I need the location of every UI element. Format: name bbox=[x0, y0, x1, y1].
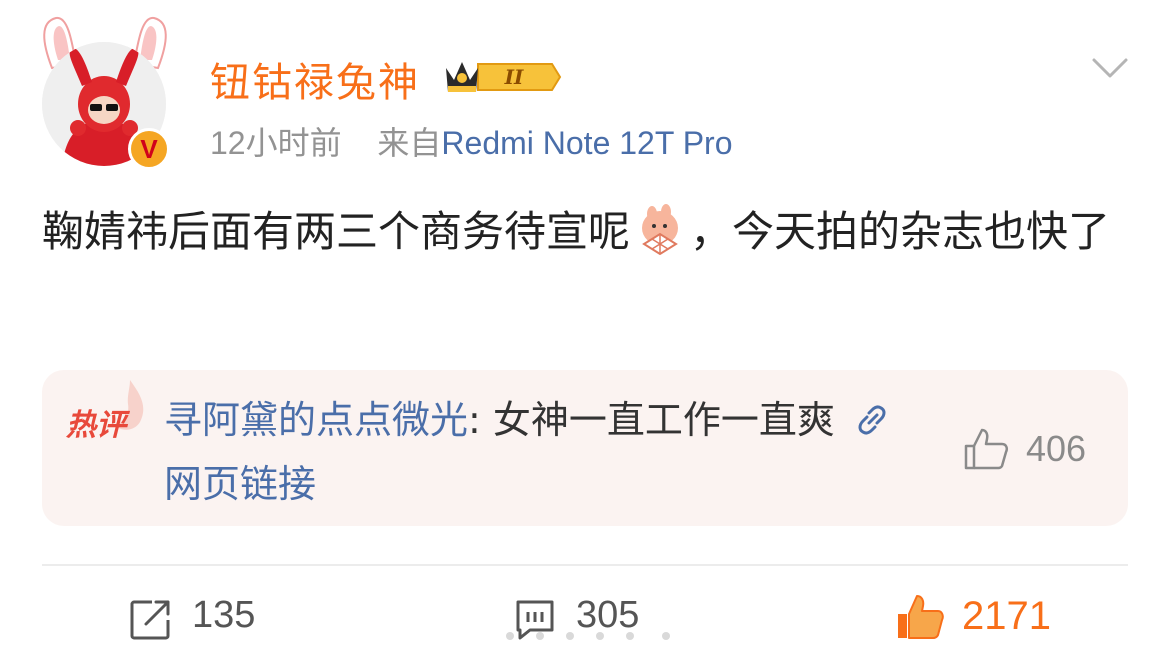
link-icon bbox=[858, 405, 886, 435]
comment-author[interactable]: 寻阿黛的点点微光 bbox=[164, 398, 468, 442]
repost-count[interactable]: 135 bbox=[192, 594, 255, 637]
post-source[interactable]: Redmi Note 12T Pro bbox=[441, 125, 732, 161]
shy-fan-emoji bbox=[642, 204, 679, 256]
post-text: 鞠婧祎后面有两三个商务待宣呢 ，今天拍的杂志也快了 bbox=[42, 200, 1132, 264]
comment-like-count: 406 bbox=[1026, 428, 1087, 469]
thumbs-up-filled-icon[interactable] bbox=[894, 592, 944, 642]
thumbs-up-outline-icon[interactable] bbox=[962, 426, 1010, 472]
like-count[interactable]: 2171 bbox=[962, 594, 1051, 639]
hot-comment-label: 热评 bbox=[66, 408, 126, 443]
hot-comment-text: 寻阿黛的点点微光: 女神一直工作一直爽 网页链接 bbox=[164, 388, 924, 516]
comment-separator: : bbox=[468, 398, 493, 442]
comment-body: 女神一直工作一直爽 bbox=[492, 398, 835, 442]
level-badge: II bbox=[504, 65, 524, 89]
divider bbox=[42, 564, 1128, 566]
web-link-label: 网页链接 bbox=[164, 462, 317, 506]
username[interactable]: 钮钴禄兔神 bbox=[210, 50, 420, 108]
post-text-part2: ，今天拍的杂志也快了 bbox=[690, 207, 1111, 256]
post-meta: 12小时前 来自Redmi Note 12T Pro bbox=[210, 118, 733, 164]
crown-icon[interactable]: II bbox=[442, 56, 562, 98]
post-time: 12小时前 bbox=[210, 125, 342, 161]
chevron-down-icon[interactable] bbox=[1090, 54, 1130, 82]
verified-v-icon: V bbox=[128, 128, 170, 170]
post-text-part1: 鞠婧祎后面有两三个商务待宣呢 bbox=[42, 207, 631, 256]
repost-icon[interactable] bbox=[128, 596, 174, 642]
watermark-dots bbox=[506, 632, 670, 640]
source-prefix: 来自 bbox=[377, 125, 442, 161]
avatar[interactable]: V bbox=[40, 17, 170, 170]
